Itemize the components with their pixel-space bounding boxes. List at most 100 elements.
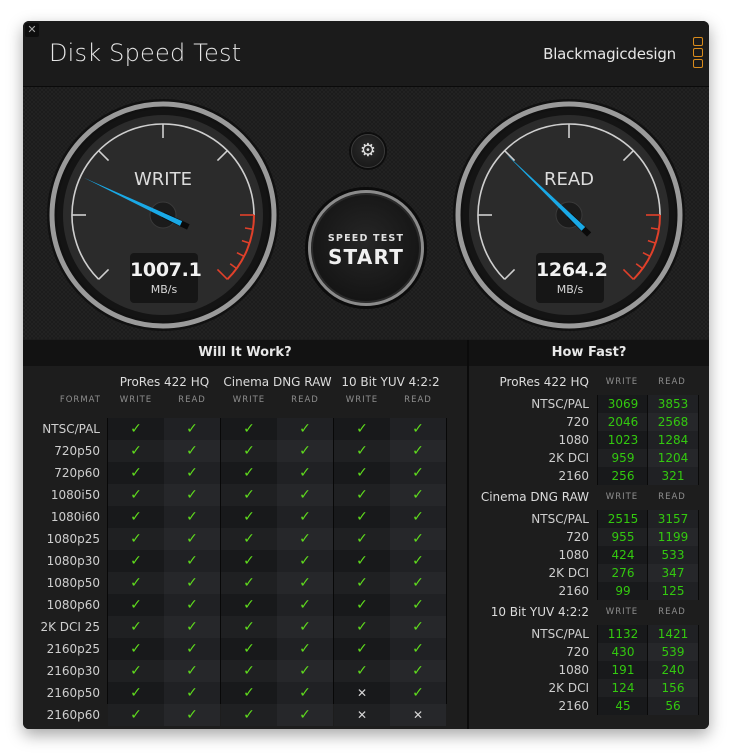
resolution-label: 2160 [558,699,589,713]
check-icon: ✓ [277,550,333,572]
check-icon: ✓ [334,660,390,682]
check-icon: ✓ [334,594,390,616]
check-icon: ✓ [221,682,277,704]
table-row: 1080p60 ✓ ✓ ✓ ✓ ✓ ✓ [23,594,467,616]
check-icon: ✓ [390,418,446,440]
brand-name: Blackmagicdesign [543,45,676,63]
check-icon: ✓ [221,484,277,506]
table-row: 1080 424 533 [469,546,709,564]
will-it-work-table: ProRes 422 HQ Cinema DNG RAW 10 Bit YUV 4:… [23,366,467,729]
read-speed-value: 533 [647,546,699,564]
format-label: 1080i60 [50,510,100,524]
check-icon: ✓ [108,418,164,440]
table-row: 720 2046 2568 [469,413,709,431]
table-row: 1080 191 240 [469,661,709,679]
resolution-label: 2160 [558,469,589,483]
write-speed-value: 1007.1 [130,259,202,281]
check-icon: ✓ [334,550,390,572]
check-icon: ✓ [108,528,164,550]
write-speed-value: 45 [597,697,648,715]
read-column-header: READ [658,607,686,617]
codec-header: 10 Bit YUV 4:2:2 [341,375,440,389]
start-button-label: START [327,245,405,269]
close-button[interactable]: ✕ [25,23,39,37]
check-icon: ✓ [164,550,220,572]
check-icon: ✓ [221,550,277,572]
check-icon: ✓ [390,594,446,616]
resolution-label: 1080 [558,548,589,562]
check-icon: ✓ [164,616,220,638]
format-label: 1080p50 [46,576,100,590]
table-row: 2160p30 ✓ ✓ ✓ ✓ ✓ ✓ [23,660,467,682]
app-title: Disk Speed Test [49,39,242,67]
check-icon: ✓ [334,506,390,528]
check-icon: ✓ [390,506,446,528]
start-button[interactable]: SPEED TEST START [308,190,424,306]
check-icon: ✓ [277,704,333,726]
table-row: 1080i60 ✓ ✓ ✓ ✓ ✓ ✓ [23,506,467,528]
check-icon: ✓ [221,418,277,440]
table-row: 2K DCI 276 347 [469,564,709,582]
check-icon: ✓ [390,462,446,484]
check-icon: ✓ [334,484,390,506]
settings-button[interactable]: ⚙ [351,134,385,168]
format-label: 1080p60 [46,598,100,612]
read-speed-value: 3853 [647,395,699,413]
check-icon: ✓ [108,616,164,638]
resolution-label: 2K DCI [548,566,589,580]
table-row: 2K DCI 124 156 [469,679,709,697]
read-speed-value: 347 [647,564,699,582]
codec-title: ProRes 422 HQ [499,375,589,389]
format-label: 1080p25 [46,532,100,546]
check-icon: ✓ [221,462,277,484]
table-row: 1080p30 ✓ ✓ ✓ ✓ ✓ ✓ [23,550,467,572]
check-icon: ✓ [221,528,277,550]
read-speed-value: 321 [647,467,699,485]
check-icon: ✓ [221,660,277,682]
format-label: 2160p50 [46,686,100,700]
cross-icon: ✕ [334,682,390,704]
table-row: 720p60 ✓ ✓ ✓ ✓ ✓ ✓ [23,462,467,484]
check-icon: ✓ [277,616,333,638]
read-speed-value: 2568 [647,413,699,431]
check-icon: ✓ [334,572,390,594]
column-divider [220,418,221,704]
check-icon: ✓ [108,484,164,506]
check-icon: ✓ [108,638,164,660]
read-readout: 1264.2 MB/s [536,253,608,303]
check-icon: ✓ [277,528,333,550]
check-icon: ✓ [164,484,220,506]
table-row: 720 955 1199 [469,528,709,546]
check-icon: ✓ [277,484,333,506]
format-label: NTSC/PAL [42,422,100,436]
check-icon: ✓ [164,682,220,704]
check-icon: ✓ [277,506,333,528]
write-readout: 1007.1 MB/s [130,253,202,303]
check-icon: ✓ [164,660,220,682]
resolution-label: NTSC/PAL [531,397,589,411]
how-fast-header: How Fast? [469,340,709,366]
read-speed-value: 56 [647,697,699,715]
column-divider [446,418,447,704]
check-icon: ✓ [164,440,220,462]
column-divider [107,418,108,704]
check-icon: ✓ [390,484,446,506]
read-speed-value: 539 [647,643,699,661]
write-speed-value: 959 [597,449,648,467]
write-speed-value: 191 [597,661,648,679]
resolution-label: 720 [566,530,589,544]
check-icon: ✓ [390,638,446,660]
write-speed-value: 424 [597,546,648,564]
check-icon: ✓ [277,418,333,440]
read-speed-value: 1264.2 [536,259,608,281]
resolution-label: 720 [566,415,589,429]
table-row: 720p50 ✓ ✓ ✓ ✓ ✓ ✓ [23,440,467,462]
resolution-label: 1080 [558,433,589,447]
check-icon: ✓ [277,462,333,484]
check-icon: ✓ [108,572,164,594]
resolution-label: NTSC/PAL [531,627,589,641]
check-icon: ✓ [164,528,220,550]
check-icon: ✓ [108,660,164,682]
check-icon: ✓ [164,462,220,484]
check-icon: ✓ [221,638,277,660]
